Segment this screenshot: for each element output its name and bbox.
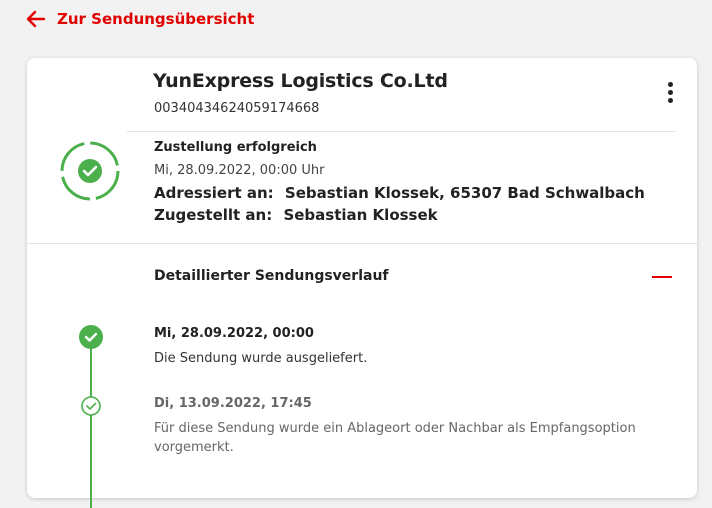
back-link[interactable]: Zur Sendungsübersicht (26, 8, 254, 30)
check-filled-icon (79, 325, 103, 349)
addressed-value: Sebastian Klossek, 65307 Bad Schwalbach (284, 184, 645, 202)
arrow-left-icon (26, 10, 46, 28)
addressed-label: Adressiert an: (154, 184, 274, 202)
more-options-button[interactable] (663, 82, 677, 108)
more-vertical-icon (667, 82, 673, 87)
history-title: Detaillierter Sendungsverlauf (154, 268, 389, 284)
check-outline-icon (81, 396, 101, 416)
event-description: Für diese Sendung wurde ein Ablageort od… (154, 421, 636, 455)
timeline-line (90, 348, 92, 508)
minus-icon (652, 276, 672, 278)
delivered-row: Zugestellt an: Sebastian Klossek (154, 206, 438, 224)
tracking-number: 00340434624059174668 (154, 101, 320, 116)
delivered-label: Zugestellt an: (154, 206, 273, 224)
carrier-name: YunExpress Logistics Co.Ltd (153, 70, 448, 92)
collapse-history-button[interactable] (651, 268, 673, 286)
event-description: Die Sendung wurde ausgeliefert. (154, 351, 368, 366)
event-datetime: Di, 13.09.2022, 17:45 (154, 396, 312, 411)
delivered-value: Sebastian Klossek (283, 206, 438, 224)
back-link-label: Zur Sendungsübersicht (57, 10, 255, 28)
divider (127, 131, 676, 132)
status-datetime: Mi, 28.09.2022, 00:00 Uhr (154, 163, 325, 178)
shipment-card: YunExpress Logistics Co.Ltd 003404346240… (27, 58, 697, 508)
status-title: Zustellung erfolgreich (154, 140, 317, 155)
check-circle-icon (60, 141, 120, 201)
addressed-row: Adressiert an: Sebastian Klossek, 65307 … (154, 184, 645, 202)
divider (27, 243, 697, 244)
event-datetime: Mi, 28.09.2022, 00:00 (154, 326, 314, 341)
